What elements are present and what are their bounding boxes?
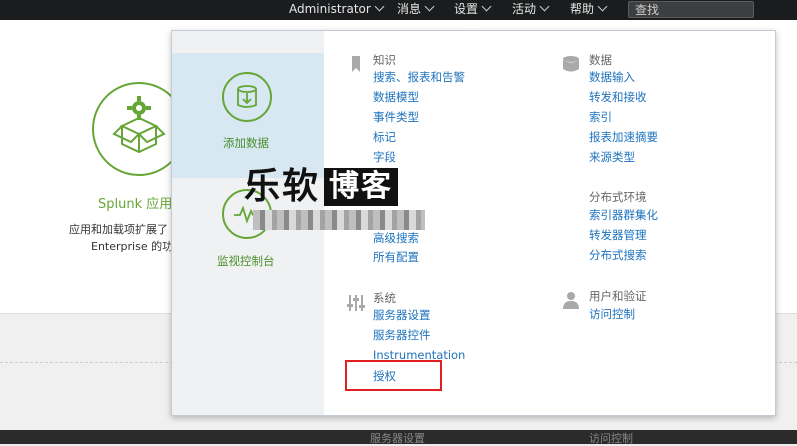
menu-item-forwarder-management[interactable]: 转发器管理 bbox=[589, 227, 647, 243]
messages-menu[interactable]: 消息 bbox=[397, 0, 435, 20]
watermark-part1: 乐软 bbox=[244, 166, 321, 207]
menu-item-fields[interactable]: 字段 bbox=[373, 149, 396, 165]
search-input[interactable]: 查找 bbox=[628, 1, 754, 18]
menu-item-distributed-search[interactable]: 分布式搜索 bbox=[589, 247, 647, 263]
help-label: 帮助 bbox=[570, 2, 595, 16]
section-title-data: 数据 bbox=[589, 53, 612, 67]
menu-item-tags[interactable]: 标记 bbox=[373, 129, 396, 145]
menu-item-event-types[interactable]: 事件类型 bbox=[373, 109, 419, 125]
app-title[interactable]: Splunk 应用 bbox=[98, 193, 172, 212]
admin-menu[interactable]: Administrator bbox=[289, 0, 385, 20]
highlight-box bbox=[345, 360, 442, 391]
section-title-system: 系统 bbox=[373, 291, 396, 305]
sliders-icon bbox=[347, 295, 365, 311]
monitor-console-label[interactable]: 监视控制台 bbox=[217, 253, 275, 269]
chevron-down-icon bbox=[481, 1, 492, 12]
activity-menu[interactable]: 活动 bbox=[512, 0, 550, 20]
menu-item-access-controls[interactable]: 访问控制 bbox=[589, 306, 635, 322]
bookmark-icon bbox=[352, 56, 360, 72]
chevron-down-icon bbox=[424, 1, 435, 12]
menu-item-data-inputs[interactable]: 数据输入 bbox=[589, 69, 635, 85]
menu-item-forwarding-receiving[interactable]: 转发和接收 bbox=[589, 89, 647, 105]
app-description: 应用和加载项扩展了 Enterprise 的功 bbox=[69, 221, 179, 255]
desc-line-2: Enterprise 的功 bbox=[91, 240, 174, 253]
settings-label: 设置 bbox=[454, 2, 479, 16]
settings-menu[interactable]: 设置 bbox=[454, 0, 492, 20]
messages-label: 消息 bbox=[397, 2, 422, 16]
desc-line-1: 应用和加载项扩展了 bbox=[69, 223, 168, 236]
activity-label: 活动 bbox=[512, 2, 537, 16]
menu-pointer bbox=[465, 20, 479, 28]
menu-item-server-settings[interactable]: 服务器设置 bbox=[373, 307, 431, 323]
section-title-knowledge: 知识 bbox=[373, 53, 396, 67]
menu-item-source-types[interactable]: 来源类型 bbox=[589, 149, 635, 165]
blurred-region bbox=[253, 210, 425, 230]
menu-item-advanced-search[interactable]: 高级搜索 bbox=[373, 230, 419, 246]
menu-item-indexes[interactable]: 索引 bbox=[589, 109, 612, 125]
menu-item-all-configurations[interactable]: 所有配置 bbox=[373, 249, 419, 265]
chevron-down-icon bbox=[597, 1, 608, 12]
database-download-icon bbox=[237, 85, 257, 108]
admin-label: Administrator bbox=[289, 2, 371, 16]
add-data-circle[interactable] bbox=[222, 72, 272, 122]
chevron-down-icon bbox=[374, 1, 385, 12]
user-icon bbox=[563, 292, 579, 309]
section-title-users: 用户和验证 bbox=[589, 289, 647, 303]
database-icon bbox=[563, 56, 579, 72]
menu-item-data-models[interactable]: 数据模型 bbox=[373, 89, 419, 105]
section-title-distributed: 分布式环境 bbox=[589, 190, 647, 204]
watermark: 乐软 博客 bbox=[244, 166, 399, 208]
add-data-label[interactable]: 添加数据 bbox=[223, 135, 269, 151]
menu-item-indexer-clustering[interactable]: 索引器群集化 bbox=[589, 207, 658, 223]
help-menu[interactable]: 帮助 bbox=[570, 0, 608, 20]
menu-item-server-controls[interactable]: 服务器控件 bbox=[373, 327, 431, 343]
top-nav-bar: Administrator 消息 设置 活动 帮助 查找 bbox=[0, 0, 797, 20]
menu-item-searches-reports-alerts[interactable]: 搜索、报表和告警 bbox=[373, 69, 465, 85]
menu-item-report-acceleration[interactable]: 报表加速摘要 bbox=[589, 129, 658, 145]
watermark-part2: 博客 bbox=[324, 168, 399, 206]
chevron-down-icon bbox=[539, 1, 550, 12]
